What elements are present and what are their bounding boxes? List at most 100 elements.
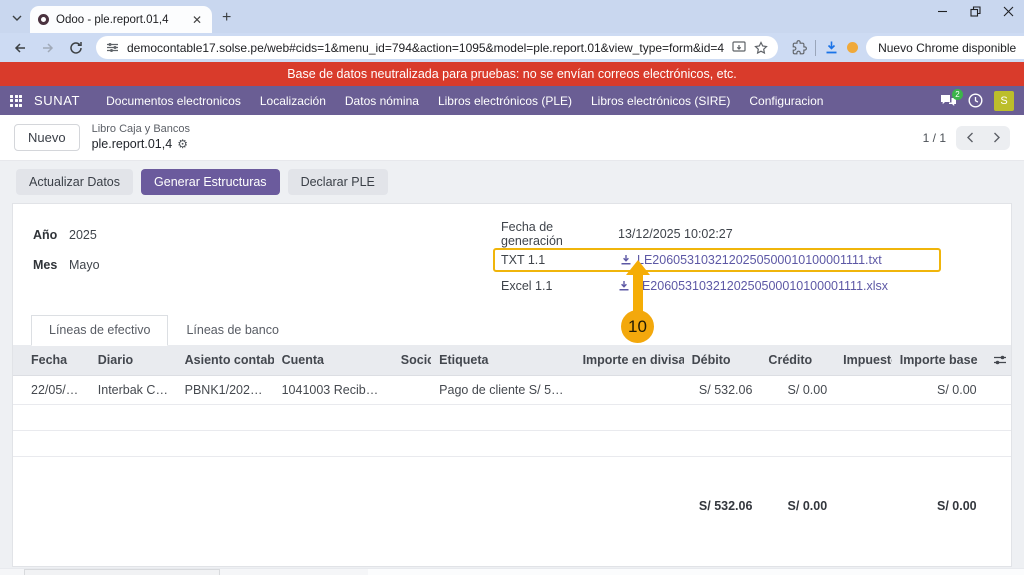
optional-columns-icon[interactable] [984, 345, 1011, 376]
year-field[interactable]: 2025 [69, 228, 97, 242]
restore-icon[interactable] [970, 6, 981, 17]
browser-tab[interactable]: Odoo - ple.report.01,4 ✕ [30, 6, 212, 33]
cell-impuesto[interactable] [835, 375, 892, 405]
record-name: ple.report.01,4 [91, 136, 173, 151]
generation-date-label: Fecha de generación [501, 220, 563, 248]
table-row[interactable]: 22/05/2025 Interbak C. Empresa PBNK1/202… [13, 375, 1011, 405]
new-tab-icon[interactable]: + [222, 9, 231, 27]
toolbar-separator [815, 39, 817, 56]
new-button[interactable]: Nuevo [14, 124, 80, 151]
col-impuesto[interactable]: Impuesto [835, 345, 892, 376]
reload-icon[interactable] [64, 36, 88, 60]
cell-credito[interactable]: S/ 0.00 [760, 375, 836, 405]
control-panel: Nuevo Libro Caja y Bancos ple.report.01,… [0, 115, 1024, 161]
txt-download-link[interactable]: LE2060531032120250500010100001111.txt [620, 253, 882, 267]
user-avatar[interactable]: S [994, 90, 1014, 111]
tab-close-icon[interactable]: ✕ [190, 13, 204, 27]
minimize-icon[interactable] [937, 6, 948, 17]
generation-date-value: 13/12/2025 10:02:27 [618, 227, 733, 241]
navbar-menu: Documentos electronicos Localización Dat… [106, 94, 823, 108]
breadcrumb: Libro Caja y Bancos ple.report.01,4 ⚙ [92, 123, 190, 152]
annotation-arrow-shaft [633, 273, 643, 314]
col-diario[interactable]: Diario [89, 345, 177, 376]
activities-clock-icon[interactable] [968, 93, 983, 108]
cell-asiento[interactable]: PBNK1/2025/00016 [176, 375, 274, 405]
forward-icon[interactable] [36, 36, 60, 60]
generar-estructuras-button[interactable]: Generar Estructuras [141, 169, 280, 195]
url-text[interactable]: democontable17.solse.pe/web#cids=1&menu_… [127, 41, 724, 55]
tab-lineas-de-efectivo[interactable]: Líneas de efectivo [31, 315, 169, 346]
menu-localizacion[interactable]: Localización [260, 94, 326, 108]
app-brand[interactable]: SUNAT [34, 93, 80, 108]
form-sheet: Año 2025 Mes Mayo Fecha de generación 13… [12, 203, 1012, 567]
browser-toolbar: democontable17.solse.pe/web#cids=1&menu_… [0, 33, 1024, 62]
excel-download-link[interactable]: LE2060531032120250500010100001111.xlsx [618, 279, 888, 293]
install-icon[interactable] [732, 41, 746, 54]
breadcrumb-parent[interactable]: Libro Caja y Bancos [92, 123, 190, 137]
menu-libros-ple[interactable]: Libros electrónicos (PLE) [438, 94, 572, 108]
chrome-update-label: Nuevo Chrome disponible [878, 40, 1017, 55]
download-icon [619, 281, 629, 291]
navbar-systray: 2 S [940, 88, 1014, 111]
col-etiqueta[interactable]: Etiqueta [431, 345, 575, 376]
col-socio[interactable]: Socio [392, 345, 432, 376]
apps-menu-icon[interactable] [10, 94, 22, 107]
col-importe-base[interactable]: Importe base [891, 345, 985, 376]
cell-fecha[interactable]: 22/05/2025 [13, 375, 90, 405]
total-base: S/ 0.00 [937, 499, 977, 513]
chrome-update-chip[interactable]: Nuevo Chrome disponible ⋮ [866, 36, 1024, 59]
col-importe-divisa[interactable]: Importe en divisa [574, 345, 684, 376]
close-icon[interactable] [1003, 6, 1014, 17]
profile-avatar-icon[interactable] [847, 42, 859, 53]
bottom-strip-segment [24, 569, 220, 575]
menu-datos-nomina[interactable]: Datos nómina [345, 94, 419, 108]
downloads-icon[interactable] [824, 40, 839, 55]
total-credito: S/ 0.00 [787, 499, 828, 513]
back-icon[interactable] [8, 36, 32, 60]
tab-search-icon[interactable] [6, 7, 28, 29]
odoo-navbar: SUNAT Documentos electronicos Localizaci… [0, 86, 1024, 115]
cell-divisa[interactable] [574, 375, 684, 405]
messages-button[interactable]: 2 [940, 88, 963, 108]
menu-libros-sire[interactable]: Libros electrónicos (SIRE) [591, 94, 730, 108]
col-cuenta[interactable]: Cuenta [273, 345, 393, 376]
cell-etiqueta[interactable]: Pago de cliente S/ 532.... [431, 375, 575, 405]
month-field[interactable]: Mayo [69, 258, 100, 272]
totals-row: S/ 532.06 S/ 0.00 S/ 0.00 [13, 457, 1011, 521]
table-header-row: Fecha Diario Asiento contable Cuenta Soc… [13, 345, 1011, 376]
col-credito[interactable]: Crédito [760, 345, 836, 376]
pager-next-icon[interactable] [983, 126, 1010, 150]
declarar-ple-button[interactable]: Declarar PLE [287, 169, 388, 195]
site-info-icon[interactable] [106, 41, 119, 54]
year-label: Año [33, 228, 58, 242]
txt-row-highlight: TXT 1.1 LE206053103212025050001010000111… [493, 248, 941, 272]
col-fecha[interactable]: Fecha [13, 345, 90, 376]
txt-label: TXT 1.1 [501, 253, 546, 267]
form-view: Actualizar Datos Generar Estructuras Dec… [0, 161, 1024, 575]
cell-cuenta[interactable]: 1041003 Recibos pendi... [273, 375, 393, 405]
pager [956, 125, 1010, 150]
cell-base[interactable]: S/ 0.00 [891, 375, 985, 405]
url-bar[interactable]: democontable17.solse.pe/web#cids=1&menu_… [96, 36, 779, 59]
menu-documentos-electronicos[interactable]: Documentos electronicos [106, 94, 241, 108]
col-asiento[interactable]: Asiento contable [176, 345, 274, 376]
banner-text: Base de datos neutralizada para pruebas:… [287, 67, 737, 81]
odoo-favicon-icon [38, 14, 49, 25]
messages-badge: 2 [952, 88, 963, 100]
cell-debito[interactable]: S/ 532.06 [683, 375, 761, 405]
bookmark-star-icon[interactable] [754, 40, 768, 55]
tab-lineas-de-banco[interactable]: Líneas de banco [168, 315, 296, 346]
month-label: Mes [33, 258, 58, 272]
cell-diario[interactable]: Interbak C. Empresa [89, 375, 177, 405]
pager-previous-icon[interactable] [956, 126, 983, 150]
menu-configuracion[interactable]: Configuracion [749, 94, 823, 108]
col-debito[interactable]: Débito [683, 345, 761, 376]
bottom-strip-segment [368, 569, 1024, 575]
cell-socio[interactable] [392, 375, 432, 405]
actualizar-datos-button[interactable]: Actualizar Datos [16, 169, 134, 195]
extensions-icon[interactable] [792, 40, 807, 55]
cash-lines-table: Fecha Diario Asiento contable Cuenta Soc… [13, 345, 1011, 520]
bottom-window-strip [0, 568, 1024, 575]
gear-icon[interactable]: ⚙ [177, 137, 188, 152]
excel-label: Excel 1.1 [501, 279, 553, 293]
